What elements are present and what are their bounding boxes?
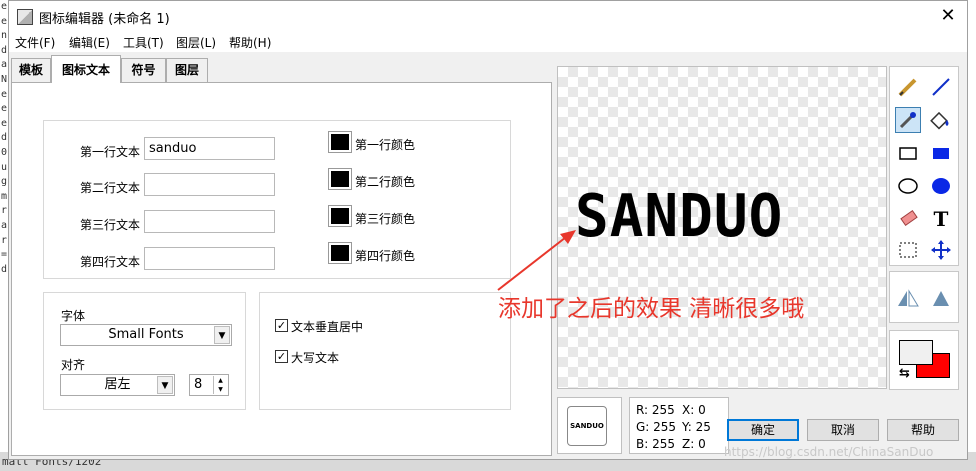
- selection-icon[interactable]: [895, 237, 921, 263]
- line3-label: 第三行文本: [80, 218, 141, 232]
- pixel-readout: R: 255 X: 0 G: 255 Y: 25 B: 255 Z: 0: [629, 397, 729, 454]
- chevron-down-icon: ▼: [157, 376, 173, 394]
- line3-color-swatch[interactable]: [328, 205, 352, 227]
- chevron-down-icon: ▼: [214, 326, 230, 344]
- line-tool-icon[interactable]: [928, 74, 954, 100]
- text-tool-icon[interactable]: T: [928, 206, 954, 232]
- line4-color-label: 第四行颜色: [355, 249, 416, 263]
- align-select[interactable]: 居左 ▼: [60, 374, 175, 396]
- font-size-value: 8: [194, 377, 203, 392]
- readout-z: Z: 0: [682, 437, 706, 451]
- text-lines-group: 第一行文本 sanduo 第二行文本 第三行文本 第四行文本 第一行颜色 第二行…: [43, 120, 511, 279]
- line1-input[interactable]: sanduo: [144, 137, 275, 160]
- tool-palette: T: [889, 66, 959, 266]
- annotation-arrow-icon: [497, 230, 576, 291]
- filled-ellipse-icon[interactable]: [928, 173, 954, 199]
- font-label: 字体: [61, 309, 86, 323]
- ellipse-icon[interactable]: [895, 173, 921, 199]
- canvas-rendered-text: SANDUO: [575, 182, 784, 251]
- ok-button[interactable]: 确定: [727, 419, 799, 441]
- fill-bucket-icon[interactable]: [928, 107, 954, 133]
- align-label: 对齐: [61, 358, 86, 372]
- line1-color-label: 第一行颜色: [355, 138, 416, 152]
- app-icon: [17, 9, 33, 25]
- watermark: https://blog.csdn.net/ChinaSanDuo: [724, 445, 934, 459]
- filled-rectangle-icon[interactable]: [928, 140, 954, 166]
- swap-colors-icon[interactable]: ⇆: [899, 366, 910, 381]
- readout-y: Y: 25: [682, 420, 711, 434]
- tab-templates[interactable]: 模板: [11, 58, 51, 82]
- pencil-icon[interactable]: [895, 74, 921, 100]
- icon-text-panel: 第一行文本 sanduo 第二行文本 第三行文本 第四行文本 第一行颜色 第二行…: [11, 82, 552, 456]
- line2-input[interactable]: [144, 173, 275, 196]
- line3-input[interactable]: [144, 210, 275, 233]
- font-size-stepper[interactable]: 8 ▲ ▼: [189, 374, 229, 396]
- tab-glyphs[interactable]: 符号: [121, 58, 166, 82]
- cancel-button[interactable]: 取消: [807, 419, 879, 441]
- preview-icon: SANDUO: [567, 406, 607, 446]
- menu-file[interactable]: 文件(F): [15, 34, 55, 51]
- readout-g: G: 255: [636, 420, 677, 434]
- vertical-center-checkbox[interactable]: ✓: [275, 319, 288, 332]
- color-picker-icon[interactable]: [895, 107, 921, 133]
- line4-label: 第四行文本: [80, 255, 141, 269]
- menu-edit[interactable]: 编辑(E): [69, 34, 110, 51]
- font-group: 字体 Small Fonts ▼ 对齐 居左 ▼ 8 ▲ ▼: [43, 292, 246, 410]
- icon-preview: SANDUO: [557, 397, 622, 454]
- foreground-color-swatch[interactable]: [899, 340, 933, 365]
- line1-color-swatch[interactable]: [328, 131, 352, 153]
- uppercase-checkbox[interactable]: ✓: [275, 350, 288, 363]
- flip-tools: [889, 271, 959, 323]
- align-value: 居左: [104, 377, 131, 392]
- line3-color-label: 第三行颜色: [355, 212, 416, 226]
- close-button[interactable]: ✕: [937, 5, 959, 27]
- spin-arrows-icon[interactable]: ▲ ▼: [213, 376, 227, 394]
- line2-color-swatch[interactable]: [328, 168, 352, 190]
- icon-canvas[interactable]: SANDUO: [557, 66, 887, 389]
- icon-editor-window: 图标编辑器 (未命名 1) ✕ 文件(F) 编辑(E) 工具(T) 图层(L) …: [8, 0, 968, 460]
- line4-color-swatch[interactable]: [328, 242, 352, 264]
- readout-r: R: 255: [636, 403, 675, 417]
- help-button[interactable]: 帮助: [887, 419, 959, 441]
- menu-bar: 文件(F) 编辑(E) 工具(T) 图层(L) 帮助(H): [9, 32, 967, 52]
- options-group: ✓ 文本垂直居中 ✓ 大写文本: [259, 292, 511, 410]
- menu-help[interactable]: 帮助(H): [229, 34, 271, 51]
- color-selector: ⇆: [889, 330, 959, 390]
- tab-layers[interactable]: 图层: [166, 58, 208, 82]
- line2-label: 第二行文本: [80, 181, 141, 195]
- move-icon[interactable]: [928, 237, 954, 263]
- readout-x: X: 0: [682, 403, 706, 417]
- window-title: 图标编辑器 (未命名 1): [39, 12, 170, 27]
- line2-color-label: 第二行颜色: [355, 175, 416, 189]
- title-bar: 图标编辑器 (未命名 1) ✕: [9, 1, 967, 32]
- line1-label: 第一行文本: [80, 145, 141, 159]
- font-value: Small Fonts: [108, 327, 184, 342]
- readout-b: B: 255: [636, 437, 675, 451]
- menu-tools[interactable]: 工具(T): [123, 34, 164, 51]
- tab-icon-text[interactable]: 图标文本: [51, 55, 121, 83]
- line4-input[interactable]: [144, 247, 275, 270]
- menu-layers[interactable]: 图层(L): [176, 34, 216, 51]
- flip-horizontal-icon[interactable]: [895, 285, 921, 311]
- uppercase-label: 大写文本: [291, 351, 340, 365]
- eraser-icon[interactable]: [895, 206, 921, 232]
- flip-vertical-icon[interactable]: [928, 285, 954, 311]
- font-select[interactable]: Small Fonts ▼: [60, 324, 232, 346]
- rectangle-icon[interactable]: [895, 140, 921, 166]
- annotation-text: 添加了之后的效果 清晰很多哦: [498, 296, 805, 322]
- vertical-center-label: 文本垂直居中: [291, 320, 364, 334]
